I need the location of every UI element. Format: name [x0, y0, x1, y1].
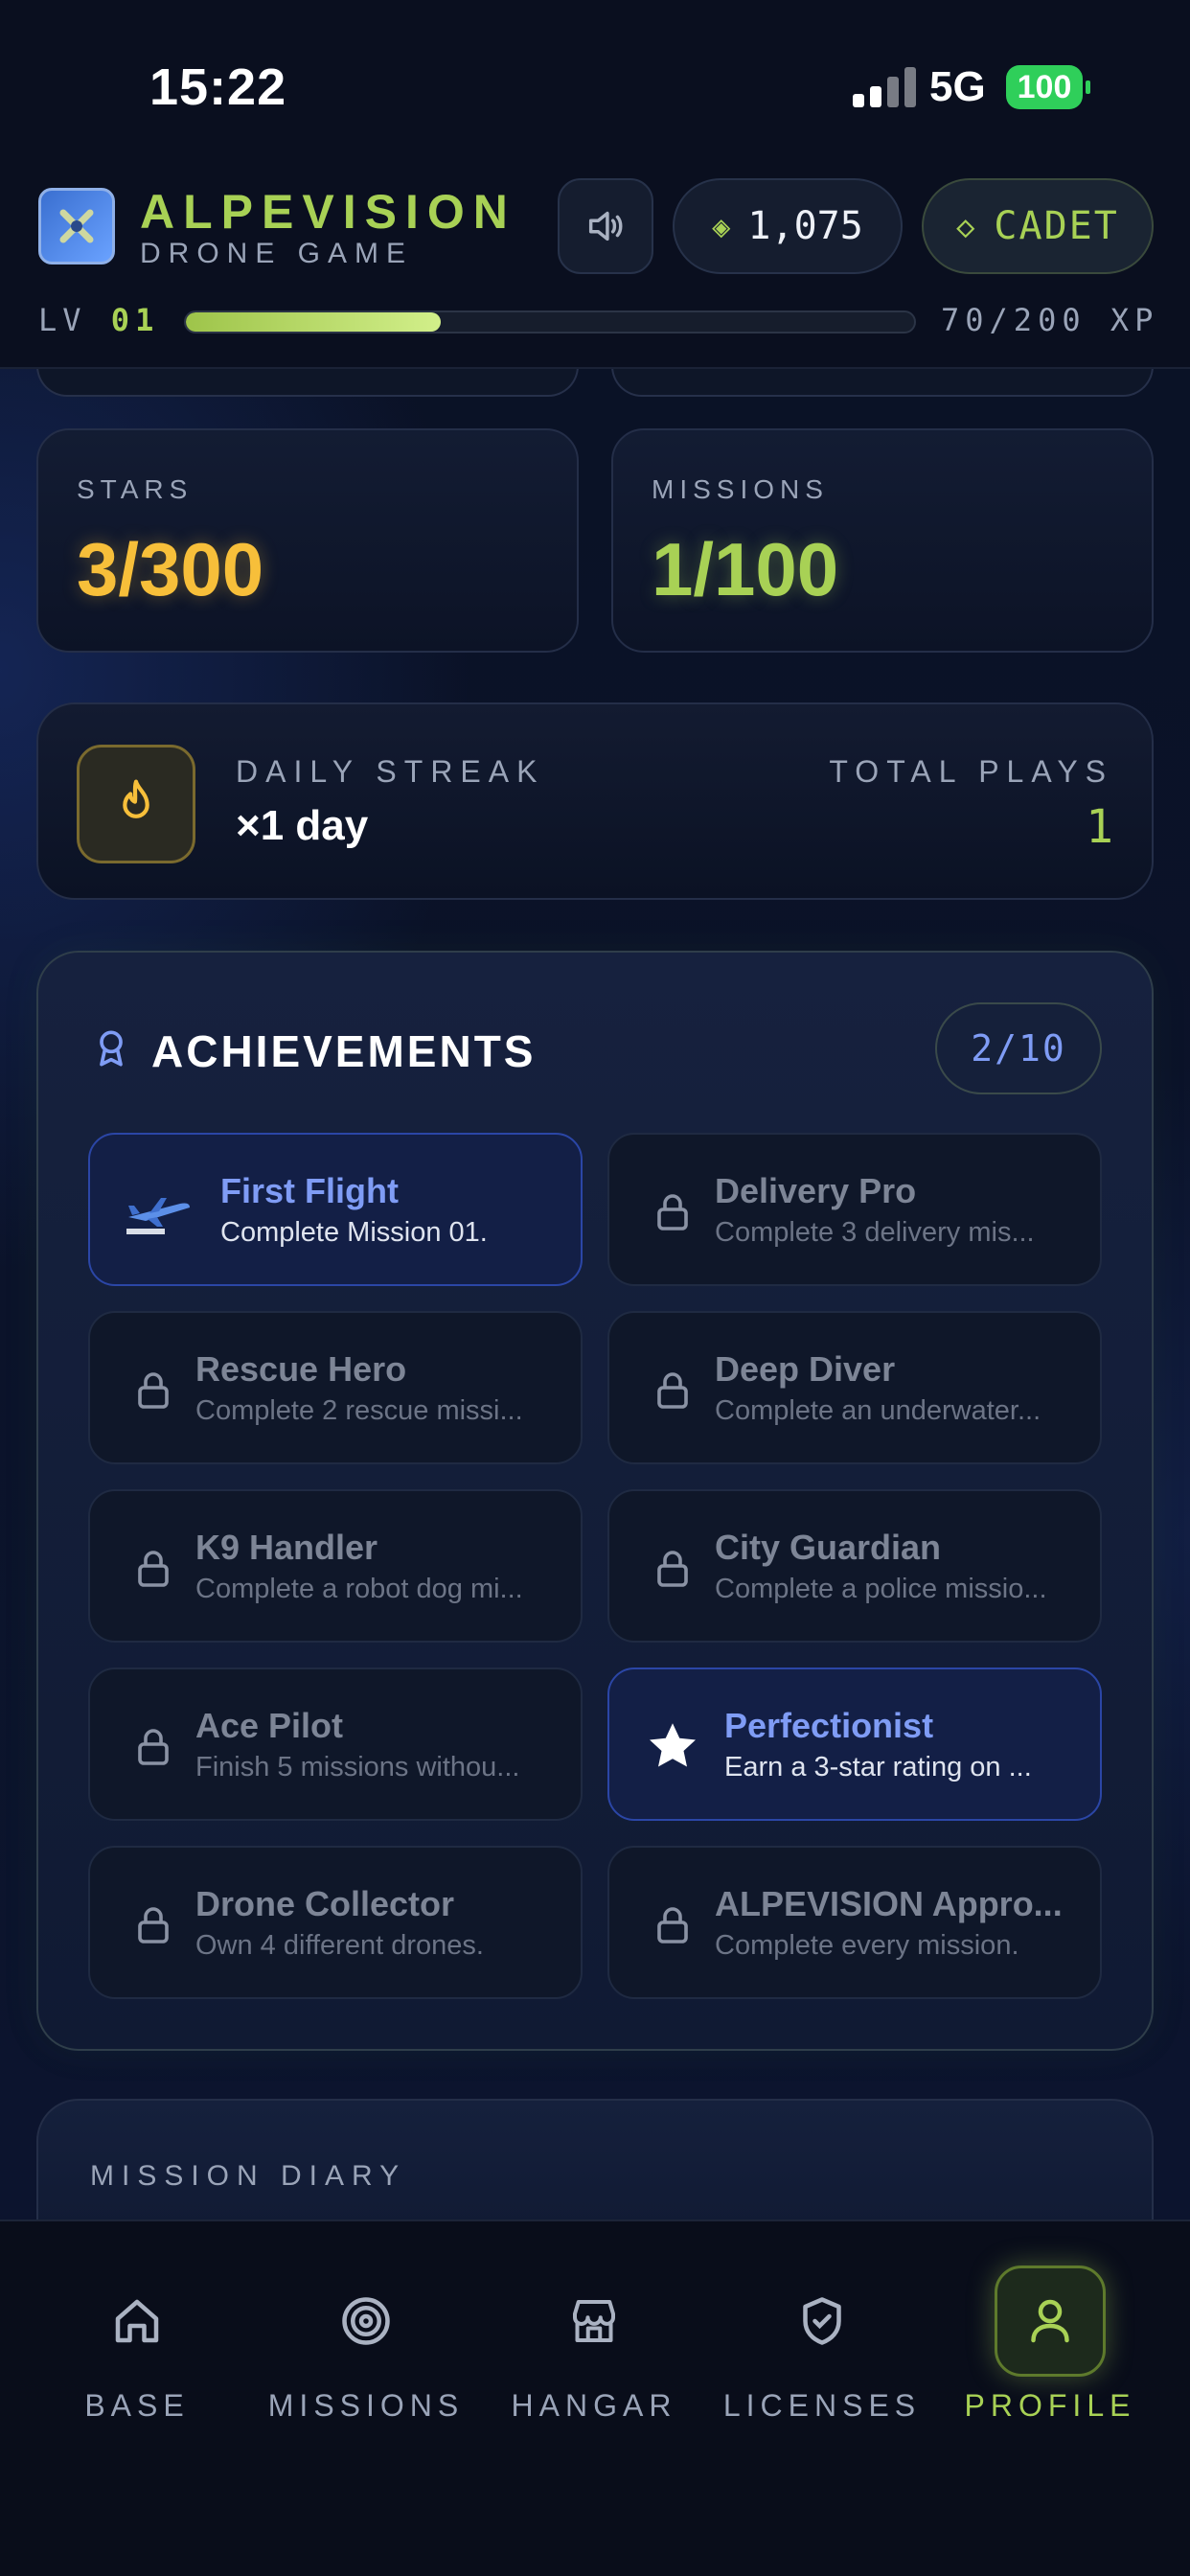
- flame-icon: [77, 745, 195, 863]
- achievement-tile[interactable]: Deep Diver Complete an underwater...: [607, 1311, 1102, 1464]
- achievement-title: ALPEVISION Appro...: [715, 1884, 1063, 1923]
- achievement-tile[interactable]: Drone Collector Own 4 different drones.: [88, 1846, 583, 1999]
- nav-label: PROFILE: [964, 2388, 1136, 2423]
- drone-logo-icon: [59, 209, 94, 243]
- lock-icon: [125, 1717, 182, 1775]
- lock-icon: [125, 1361, 182, 1418]
- achievement-description: Own 4 different drones.: [195, 1930, 484, 1961]
- missions-label: MISSIONS: [652, 474, 829, 504]
- achievement-tile[interactable]: Ace Pilot Finish 5 missions withou...: [88, 1668, 583, 1821]
- achievement-tile[interactable]: First Flight Complete Mission 01.: [88, 1133, 583, 1286]
- missions-value: 1/100: [652, 527, 839, 611]
- xp-text: 70/200 XP: [941, 302, 1159, 338]
- achievement-description: Complete Mission 01.: [220, 1217, 488, 1248]
- achievement-description: Finish 5 missions withou...: [195, 1752, 520, 1782]
- status-bar: 15:22 5G 100: [0, 0, 1190, 172]
- achievement-title: City Guardian: [715, 1528, 942, 1567]
- coins-value: 1,075: [747, 204, 863, 248]
- achievement-description: Complete 3 delivery mis...: [715, 1217, 1035, 1248]
- achievement-description: Complete every mission.: [715, 1930, 1019, 1961]
- nav-profile[interactable]: PROFILE: [935, 2266, 1165, 2438]
- rank-badge[interactable]: ◇ CADET: [922, 178, 1154, 274]
- achievement-title: K9 Handler: [195, 1528, 378, 1567]
- status-time: 15:22: [149, 58, 287, 116]
- streak-card: DAILY STREAK ×1 day TOTAL PLAYS 1: [36, 702, 1154, 900]
- achievement-tile[interactable]: City Guardian Complete a police missio...: [607, 1489, 1102, 1643]
- app-logo[interactable]: [38, 188, 115, 264]
- lock-icon: [644, 1183, 701, 1240]
- achievement-description: Complete a police missio...: [715, 1574, 1047, 1604]
- lock-icon: [644, 1361, 701, 1418]
- nav-missions[interactable]: MISSIONS: [251, 2266, 481, 2438]
- missions-card: MISSIONS 1/100: [611, 428, 1154, 653]
- achievements-title: ACHIEVEMENTS: [151, 1026, 537, 1076]
- nav-label: MISSIONS: [267, 2388, 465, 2423]
- achievement-title: Ace Pilot: [195, 1706, 344, 1745]
- achievement-tile[interactable]: K9 Handler Complete a robot dog mi...: [88, 1489, 583, 1643]
- level-indicator: LV 01: [38, 302, 159, 338]
- nav-label: HANGAR: [511, 2388, 677, 2423]
- target-icon: [310, 2266, 422, 2377]
- network-label: 5G: [929, 63, 986, 110]
- diary-label: MISSION DIARY: [90, 2160, 407, 2192]
- store-icon: [538, 2266, 650, 2377]
- stars-card: STARS 3/300: [36, 428, 579, 653]
- lock-icon: [125, 1539, 182, 1597]
- xp-progress-bar: [184, 310, 916, 334]
- achievement-tile[interactable]: ALPEVISION Appro... Complete every missio…: [607, 1846, 1102, 1999]
- battery-icon: 100: [1006, 65, 1083, 109]
- streak-label: DAILY STREAK: [236, 754, 545, 789]
- lock-icon: [644, 1539, 701, 1597]
- app-header: ALPEVISION DRONE GAME ◈ 1,075 ◇ CADET LV…: [0, 172, 1190, 369]
- achievement-tile[interactable]: Rescue Hero Complete 2 rescue missi...: [88, 1311, 583, 1464]
- star-icon: [644, 1717, 701, 1775]
- brand-title: ALPEVISION: [140, 185, 516, 239]
- achievement-title: First Flight: [220, 1171, 399, 1210]
- stars-label: STARS: [77, 474, 194, 504]
- lock-icon: [644, 1896, 701, 1953]
- rank-value: CADET: [994, 204, 1119, 248]
- achievement-description: Complete an underwater...: [715, 1395, 1041, 1426]
- gem-icon: ◈: [712, 208, 731, 244]
- achievement-title: Rescue Hero: [195, 1349, 407, 1389]
- bottom-nav: BASE MISSIONS HANGAR LICENSES PROFILE: [0, 2220, 1190, 2576]
- achievement-title: Perfectionist: [724, 1706, 934, 1745]
- achievement-tile[interactable]: Delivery Pro Complete 3 delivery mis...: [607, 1133, 1102, 1286]
- achievement-description: Complete 2 rescue missi...: [195, 1395, 523, 1426]
- achievement-description: Complete a robot dog mi...: [195, 1574, 523, 1604]
- sound-toggle-button[interactable]: [558, 178, 653, 274]
- nav-base[interactable]: BASE: [22, 2266, 252, 2438]
- achievement-description: Earn a 3-star rating on ...: [724, 1752, 1032, 1782]
- signal-icon: [853, 67, 916, 107]
- achievement-tile[interactable]: Perfectionist Earn a 3-star rating on ...: [607, 1668, 1102, 1821]
- achievements-count: 2/10: [935, 1002, 1102, 1094]
- achievement-title: Drone Collector: [195, 1884, 455, 1923]
- home-icon: [81, 2266, 193, 2377]
- nav-label: LICENSES: [722, 2388, 922, 2423]
- speaker-icon: [588, 211, 623, 242]
- lock-icon: [125, 1896, 182, 1953]
- user-icon: [995, 2266, 1106, 2377]
- streak-value: ×1 day: [236, 802, 369, 849]
- brand-subtitle: DRONE GAME: [140, 238, 414, 269]
- award-icon: [92, 1027, 130, 1074]
- nav-hangar[interactable]: HANGAR: [479, 2266, 709, 2438]
- diamond-icon: ◇: [956, 208, 977, 244]
- xp-progress-fill: [186, 312, 441, 332]
- level-value: 01: [110, 302, 160, 338]
- achievement-title: Delivery Pro: [715, 1171, 917, 1210]
- total-plays-value: 1: [1086, 800, 1113, 854]
- battery-tip: [1086, 80, 1090, 94]
- achievement-title: Deep Diver: [715, 1349, 896, 1389]
- nav-licenses[interactable]: LICENSES: [707, 2266, 937, 2438]
- stars-value: 3/300: [77, 527, 264, 611]
- level-label: LV: [38, 302, 87, 338]
- total-plays-label: TOTAL PLAYS: [829, 754, 1113, 789]
- nav-label: BASE: [84, 2388, 190, 2423]
- achievements-panel: ACHIEVEMENTS 2/10 First Flight Complete M…: [36, 951, 1154, 2051]
- airplane-icon: [123, 1183, 194, 1240]
- coins-badge[interactable]: ◈ 1,075: [673, 178, 903, 274]
- shield-check-icon: [767, 2266, 878, 2377]
